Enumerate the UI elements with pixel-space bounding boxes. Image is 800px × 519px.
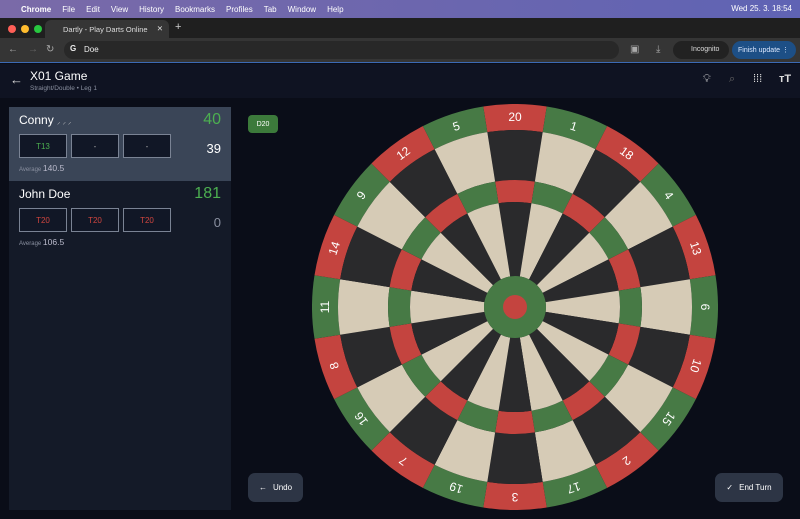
checkout-hint-badge: D20	[248, 115, 278, 133]
browser-toolbar: ← → ↻ G Doe ▣ ⤓ Incognito Finish update ⋮	[0, 38, 800, 63]
page-title: X01 Game	[30, 69, 88, 83]
close-window-button[interactable]	[8, 25, 16, 33]
players-panel: Conny ⸝ ⸝ ⸝ 40 T13 - - 39 Average 140.5 …	[9, 107, 231, 510]
address-bar[interactable]: G Doe	[64, 41, 619, 59]
outer-single-20[interactable]	[487, 130, 543, 182]
new-tab-button[interactable]: +	[175, 21, 181, 33]
outer-single-11[interactable]	[338, 279, 390, 335]
dart-slot: -	[71, 134, 119, 158]
triple-11[interactable]	[388, 287, 412, 327]
board-number-11: 11	[318, 300, 332, 313]
lightbulb-icon[interactable]: 💡︎	[703, 73, 711, 86]
player-name: Conny	[19, 113, 54, 127]
search-icon[interactable]: ⌕	[729, 73, 735, 86]
dart-slot: T20	[71, 208, 119, 232]
clock[interactable]: Wed 25. 3. 18:54	[731, 4, 792, 13]
tab-bar: Dartly - Play Darts Online ✕ +	[0, 18, 800, 38]
finish-update-label: Finish update	[738, 47, 781, 54]
board-number-3: 3	[511, 490, 518, 504]
player-score: 181	[194, 185, 221, 202]
forward-icon[interactable]: →	[28, 44, 38, 55]
player-name: John Doe	[19, 187, 71, 201]
board-number-6: 6	[698, 304, 712, 311]
finish-update-button[interactable]: Finish update ⋮	[732, 41, 796, 59]
average-value: 106.5	[42, 237, 65, 247]
end-turn-button[interactable]: ✓ End Turn	[715, 473, 783, 502]
app-header: ← X01 Game Straight/Double • Leg 1 💡︎ ⌕ …	[0, 64, 800, 98]
triple-20[interactable]	[495, 180, 535, 204]
menu-view[interactable]: View	[111, 5, 128, 14]
menu-app[interactable]: Chrome	[21, 5, 51, 14]
back-arrow-icon[interactable]: ←	[10, 72, 23, 87]
average-label: Average	[19, 241, 42, 247]
player-card-conny[interactable]: Conny ⸝ ⸝ ⸝ 40 T13 - - 39 Average 140.5	[9, 107, 231, 181]
tab-title: Dartly - Play Darts Online	[63, 25, 148, 34]
macos-menubar: Chrome File Edit View History Bookmarks …	[0, 0, 800, 18]
remaining-score: 0	[213, 215, 221, 230]
triple-6[interactable]	[618, 287, 642, 327]
reader-icon[interactable]: ▣	[630, 44, 639, 55]
incognito-label: Incognito	[691, 46, 720, 53]
menu-bookmarks[interactable]: Bookmarks	[175, 5, 215, 14]
close-tab-icon[interactable]: ✕	[157, 24, 163, 33]
reload-icon[interactable]: ↻	[46, 44, 54, 55]
board-number-20: 20	[508, 110, 522, 124]
darts-icon: ⸝ ⸝ ⸝	[57, 119, 72, 126]
bullseye[interactable]	[503, 295, 527, 319]
address-text: Doe	[84, 45, 99, 54]
outer-single-6[interactable]	[640, 279, 692, 335]
back-icon[interactable]: ←	[8, 44, 18, 55]
menu-history[interactable]: History	[139, 5, 164, 14]
player-score: 40	[203, 111, 221, 128]
menu-file[interactable]: File	[62, 5, 75, 14]
player-card-john-doe[interactable]: John Doe 181 T20 T20 T20 0 Average 106.5	[9, 181, 231, 255]
menu-profiles[interactable]: Profiles	[226, 5, 253, 14]
download-icon[interactable]: ⤓	[656, 44, 660, 55]
average-label: Average	[19, 167, 42, 173]
page-subtitle: Straight/Double • Leg 1	[30, 85, 97, 92]
average-value: 140.5	[42, 163, 65, 173]
menu-edit[interactable]: Edit	[86, 5, 100, 14]
undo-label: Undo	[272, 483, 293, 492]
end-turn-label: End Turn	[739, 483, 772, 492]
remaining-score: 39	[206, 141, 221, 156]
dart-slot: T20	[123, 208, 171, 232]
dartboard[interactable]: 2011841361015217319716811149125	[312, 104, 718, 510]
triple-3[interactable]	[495, 410, 535, 434]
menu-help[interactable]: Help	[327, 5, 343, 14]
text-size-icon[interactable]: тT	[779, 73, 791, 85]
check-icon: ✓	[726, 483, 734, 492]
google-icon: G	[70, 44, 77, 53]
undo-arrow-icon: ←	[258, 483, 267, 492]
dart-slot: -	[123, 134, 171, 158]
browser-tab[interactable]: Dartly - Play Darts Online ✕	[45, 20, 169, 38]
outer-single-3[interactable]	[487, 432, 543, 484]
undo-button[interactable]: ← Undo	[248, 473, 303, 502]
dart-slot: T13	[19, 134, 67, 158]
zoom-window-button[interactable]	[34, 25, 42, 33]
dart-slot: T20	[19, 208, 67, 232]
menu-window[interactable]: Window	[288, 5, 316, 14]
incognito-button[interactable]: Incognito	[673, 41, 729, 59]
keypad-icon[interactable]: ⁞⁞⁞	[753, 73, 762, 85]
menu-tab[interactable]: Tab	[264, 5, 277, 14]
minimize-window-button[interactable]	[21, 25, 29, 33]
